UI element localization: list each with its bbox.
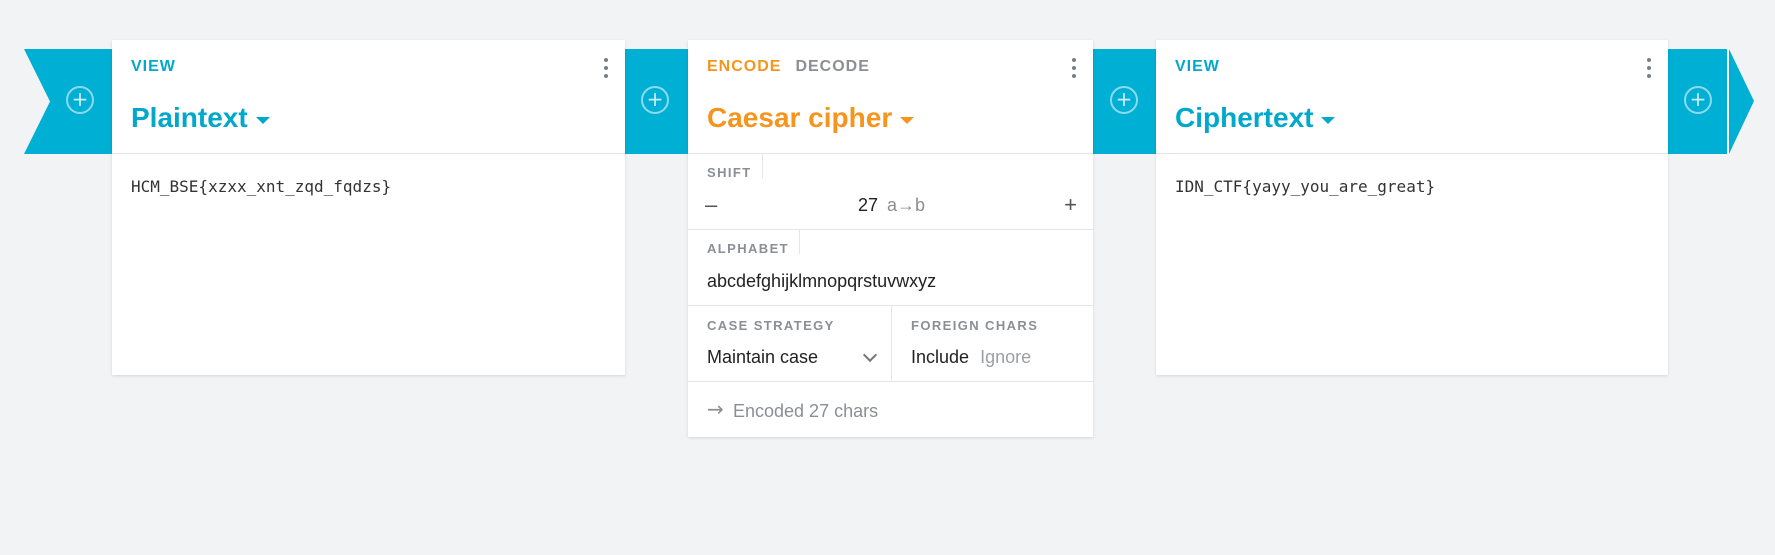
caesar-cipher-card: ENCODE DECODE Caesar cipher SHIFT – 27 a… (688, 40, 1093, 437)
pipeline-ribbon-end-arrow (1729, 49, 1754, 154)
foreign-chars-options: Include Ignore (911, 347, 1037, 368)
card-header: VIEW Ciphertext (1156, 40, 1668, 154)
card-title: Ciphertext (1175, 102, 1314, 133)
ciphertext-card: VIEW Ciphertext IDN_CTF{yayy_you_are_gre… (1156, 40, 1668, 375)
shift-setting: SHIFT – 27 a→b + (688, 154, 1093, 230)
caret-down-icon (900, 116, 915, 124)
ribbon-divider (1727, 49, 1729, 154)
caret-down-icon (255, 116, 270, 124)
case-strategy-value: Maintain case (707, 347, 819, 367)
more-options-icon[interactable] (1646, 58, 1652, 78)
tab-decode[interactable]: DECODE (795, 58, 869, 76)
pipeline-stage: + + + + VIEW Plaintext HCM_BSE{xzxx_xnt_… (0, 0, 1775, 555)
plaintext-content[interactable]: HCM_BSE{xzxx_xnt_zqd_fqdzs} (131, 177, 391, 196)
shift-stepper: – 27 a→b + (688, 192, 1093, 222)
caret-down-icon (1321, 116, 1336, 124)
card-title: Caesar cipher (707, 102, 893, 133)
alphabet-field[interactable]: abcdefghijklmnopqrstuvwxyz (707, 271, 936, 292)
card-title-selector[interactable]: Ciphertext (1175, 102, 1336, 134)
card-title-selector[interactable]: Caesar cipher (707, 102, 915, 134)
add-operation-icon[interactable]: + (1110, 86, 1138, 114)
arrow-right-icon: → (707, 397, 724, 421)
option-include[interactable]: Include (911, 347, 969, 367)
increment-button[interactable]: + (1064, 192, 1077, 218)
option-ignore[interactable]: Ignore (980, 347, 1031, 367)
tab-encode[interactable]: ENCODE (707, 58, 781, 76)
shift-hint: a→b (887, 195, 926, 215)
more-options-icon[interactable] (1071, 58, 1077, 78)
mode-tabs: VIEW (131, 58, 176, 76)
tab-view[interactable]: VIEW (131, 58, 176, 76)
add-operation-icon[interactable]: + (1684, 86, 1712, 114)
case-strategy-label: CASE STRATEGY (707, 318, 835, 333)
mode-tabs: ENCODE DECODE (707, 58, 870, 76)
card-title: Plaintext (131, 102, 248, 133)
card-title-selector[interactable]: Plaintext (131, 102, 270, 134)
status-text: Encoded 27 chars (733, 401, 879, 421)
decrement-button[interactable]: – (705, 192, 717, 218)
case-foreign-settings: CASE STRATEGY Maintain case FOREIGN CHAR… (688, 306, 1093, 382)
case-strategy-select[interactable]: CASE STRATEGY Maintain case (688, 306, 892, 382)
more-options-icon[interactable] (603, 58, 609, 78)
status-bar: → Encoded 27 chars (688, 382, 1093, 437)
alphabet-setting: ALPHABET abcdefghijklmnopqrstuvwxyz (688, 230, 1093, 306)
ciphertext-content[interactable]: IDN_CTF{yayy_you_are_great} (1175, 177, 1435, 196)
alphabet-label: ALPHABET (707, 241, 789, 256)
tab-view[interactable]: VIEW (1175, 58, 1220, 76)
add-operation-icon[interactable]: + (66, 86, 94, 114)
card-header: VIEW Plaintext (112, 40, 625, 154)
chevron-down-icon (862, 347, 878, 363)
shift-label: SHIFT (707, 165, 752, 180)
mode-tabs: VIEW (1175, 58, 1220, 76)
foreign-chars-label: FOREIGN CHARS (911, 318, 1039, 333)
foreign-chars-setting: FOREIGN CHARS Include Ignore (892, 306, 1093, 382)
add-operation-icon[interactable]: + (641, 86, 669, 114)
plaintext-card: VIEW Plaintext HCM_BSE{xzxx_xnt_zqd_fqdz… (112, 40, 625, 375)
shift-value[interactable]: 27 (858, 195, 878, 216)
card-header: ENCODE DECODE Caesar cipher (688, 40, 1093, 154)
